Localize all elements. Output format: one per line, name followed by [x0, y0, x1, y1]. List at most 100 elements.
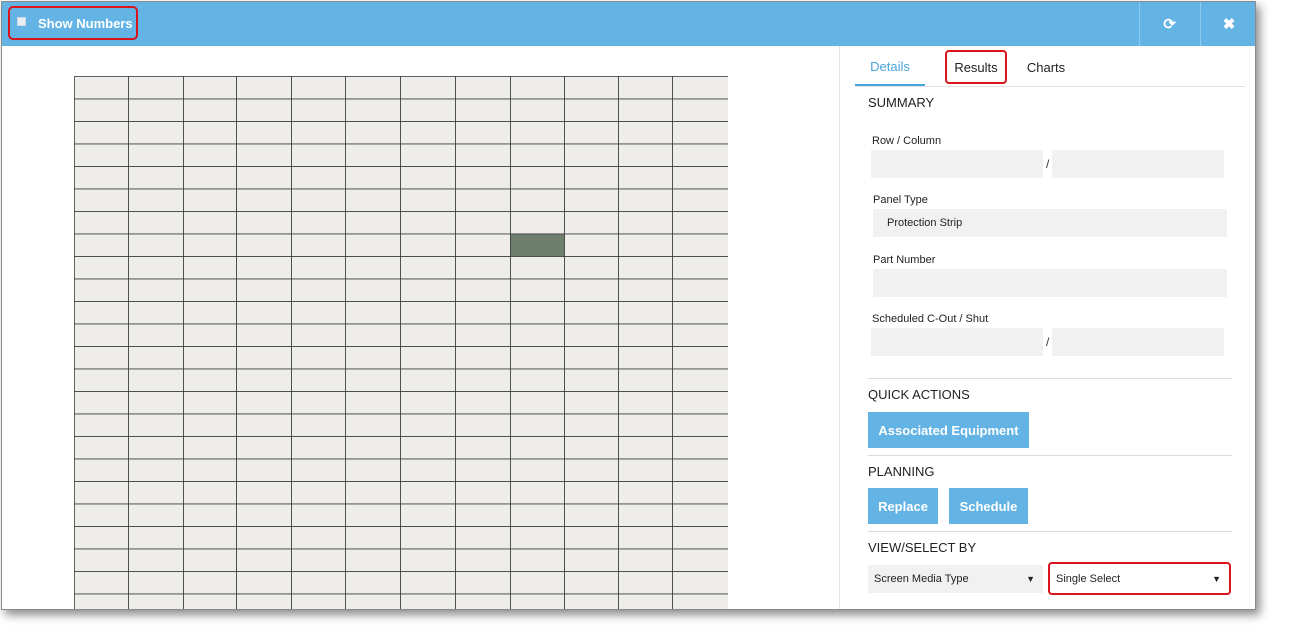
grid-cell[interactable]	[128, 571, 184, 595]
grid-cell[interactable]	[74, 436, 129, 460]
grid-cell[interactable]	[183, 256, 237, 280]
grid-cell[interactable]	[128, 436, 184, 460]
grid-cell[interactable]	[510, 458, 565, 482]
grid-cell[interactable]	[618, 256, 673, 280]
grid-cell[interactable]	[291, 458, 346, 482]
grid-cell[interactable]	[618, 503, 673, 527]
grid-cell[interactable]	[455, 121, 511, 145]
grid-cell[interactable]	[455, 571, 511, 595]
grid-cell[interactable]	[128, 188, 184, 212]
grid-cell[interactable]	[618, 593, 673, 610]
grid-cell[interactable]	[291, 346, 346, 370]
grid-cell[interactable]	[74, 571, 129, 595]
grid-cell[interactable]	[291, 188, 346, 212]
grid-cell[interactable]	[564, 256, 619, 280]
grid-cell[interactable]	[672, 436, 729, 460]
grid-cell[interactable]	[400, 413, 456, 437]
grid-cell[interactable]	[128, 526, 184, 550]
grid-cell[interactable]	[618, 368, 673, 392]
grid-cell[interactable]	[455, 143, 511, 167]
panel-grid[interactable]	[74, 76, 729, 610]
grid-cell[interactable]	[455, 233, 511, 257]
grid-cell[interactable]	[291, 481, 346, 505]
grid-cell[interactable]	[345, 368, 401, 392]
show-numbers-toggle[interactable]: Show Numbers	[8, 6, 138, 40]
grid-cell[interactable]	[236, 346, 292, 370]
grid-cell[interactable]	[510, 323, 565, 347]
grid-cell[interactable]	[455, 76, 511, 100]
grid-cell[interactable]	[510, 571, 565, 595]
grid-cell[interactable]	[400, 548, 456, 572]
grid-cell[interactable]	[618, 458, 673, 482]
grid-cell[interactable]	[672, 121, 729, 145]
grid-cell[interactable]	[400, 526, 456, 550]
grid-cell[interactable]	[564, 436, 619, 460]
grid-cell[interactable]	[183, 436, 237, 460]
grid-cell[interactable]	[128, 143, 184, 167]
grid-cell[interactable]	[128, 211, 184, 235]
grid-cell[interactable]	[672, 166, 729, 190]
tab-charts[interactable]: Charts	[1021, 50, 1071, 84]
schedule-button[interactable]: Schedule	[949, 488, 1028, 524]
grid-cell[interactable]	[128, 301, 184, 325]
grid-cell[interactable]	[345, 188, 401, 212]
grid-cell[interactable]	[400, 571, 456, 595]
grid-cell[interactable]	[128, 346, 184, 370]
grid-cell[interactable]	[510, 121, 565, 145]
grid-cell[interactable]	[291, 166, 346, 190]
grid-cell[interactable]	[618, 233, 673, 257]
grid-cell[interactable]	[510, 593, 565, 610]
grid-cell[interactable]	[564, 301, 619, 325]
grid-cell[interactable]	[618, 143, 673, 167]
grid-cell[interactable]	[510, 211, 565, 235]
grid-cell[interactable]	[400, 76, 456, 100]
grid-cell[interactable]	[236, 323, 292, 347]
grid-cell[interactable]	[236, 436, 292, 460]
grid-cell[interactable]	[672, 368, 729, 392]
grid-cell[interactable]	[564, 346, 619, 370]
grid-cell[interactable]	[291, 301, 346, 325]
grid-cell[interactable]	[236, 526, 292, 550]
grid-cell[interactable]	[400, 121, 456, 145]
grid-cell[interactable]	[400, 503, 456, 527]
grid-cell[interactable]	[400, 301, 456, 325]
grid-cell[interactable]	[510, 503, 565, 527]
grid-cell[interactable]	[564, 278, 619, 302]
grid-cell[interactable]	[128, 503, 184, 527]
row-field[interactable]	[871, 150, 1043, 178]
grid-cell[interactable]	[183, 481, 237, 505]
grid-cell[interactable]	[564, 526, 619, 550]
grid-cell[interactable]	[510, 413, 565, 437]
grid-cell[interactable]	[618, 346, 673, 370]
grid-cell[interactable]	[74, 278, 129, 302]
grid-cell[interactable]	[400, 211, 456, 235]
grid-cell[interactable]	[183, 391, 237, 415]
grid-cell[interactable]	[564, 548, 619, 572]
grid-cell[interactable]	[564, 166, 619, 190]
grid-cell[interactable]	[455, 166, 511, 190]
grid-cell[interactable]	[672, 301, 729, 325]
grid-cell[interactable]	[128, 256, 184, 280]
grid-cell[interactable]	[345, 301, 401, 325]
grid-cell[interactable]	[236, 503, 292, 527]
associated-equipment-button[interactable]: Associated Equipment	[868, 412, 1029, 448]
grid-cell[interactable]	[564, 503, 619, 527]
grid-cell[interactable]	[455, 256, 511, 280]
grid-cell[interactable]	[400, 323, 456, 347]
grid-cell[interactable]	[345, 121, 401, 145]
grid-cell[interactable]	[236, 571, 292, 595]
grid-cell[interactable]	[618, 436, 673, 460]
grid-cell[interactable]	[400, 346, 456, 370]
grid-cell[interactable]	[618, 301, 673, 325]
grid-cell[interactable]	[236, 211, 292, 235]
grid-cell[interactable]	[564, 188, 619, 212]
grid-cell[interactable]	[183, 368, 237, 392]
grid-cell[interactable]	[510, 301, 565, 325]
grid-cell[interactable]	[183, 503, 237, 527]
grid-cell[interactable]	[74, 256, 129, 280]
grid-cell[interactable]	[183, 76, 237, 100]
grid-cell[interactable]	[345, 98, 401, 122]
grid-cell[interactable]	[510, 548, 565, 572]
grid-cell[interactable]	[183, 121, 237, 145]
grid-cell[interactable]	[128, 98, 184, 122]
